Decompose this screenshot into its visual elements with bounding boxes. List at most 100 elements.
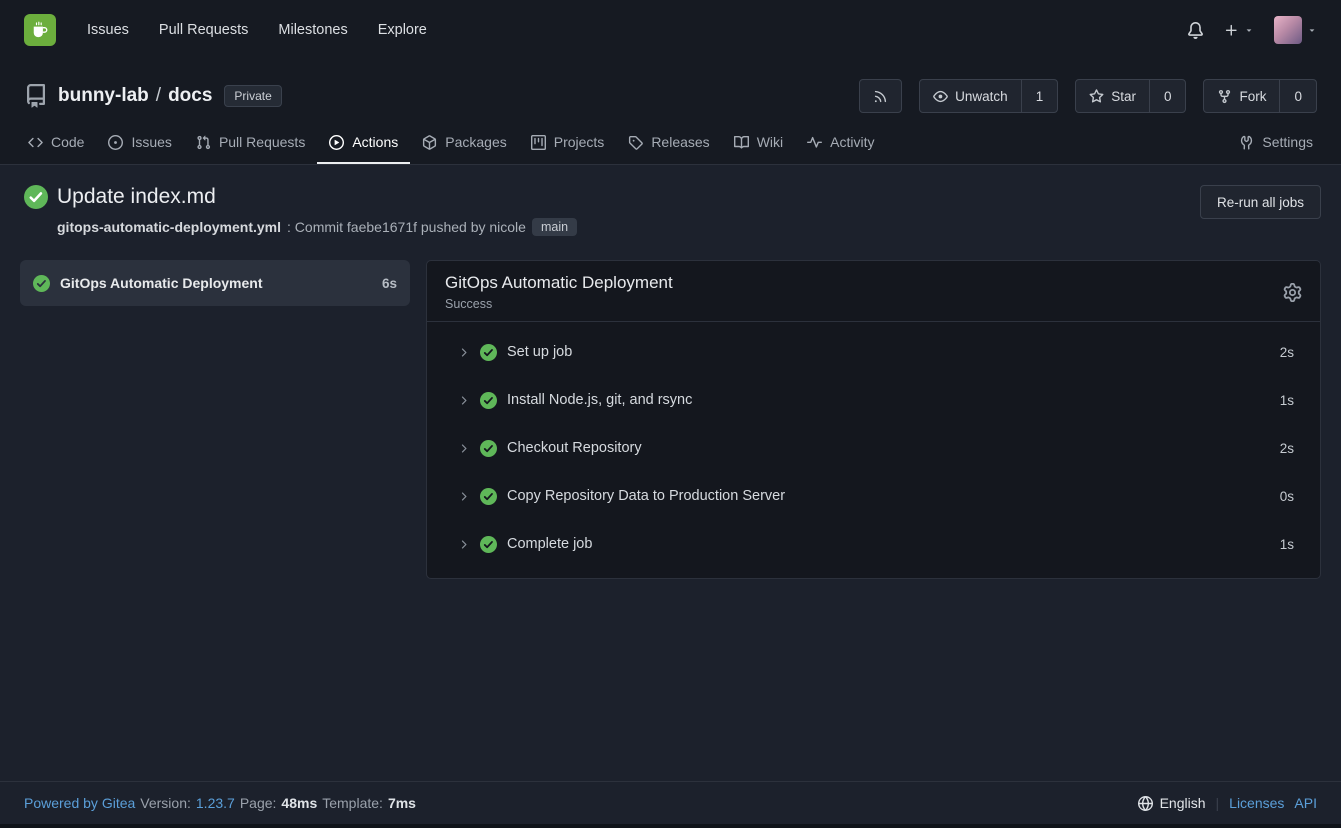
project-board-icon (531, 135, 546, 150)
gear-icon[interactable] (1283, 283, 1302, 302)
tab-issues-label: Issues (131, 134, 171, 150)
stars-count[interactable]: 0 (1149, 80, 1186, 112)
rss-icon (860, 80, 901, 112)
chevron-right-icon (457, 346, 470, 359)
repo-header: bunny-lab / docs Private Unwatch (0, 60, 1341, 165)
tab-issues[interactable]: Issues (96, 122, 183, 164)
code-icon (28, 135, 43, 150)
step-name: Checkout Repository (507, 440, 642, 456)
tab-packages[interactable]: Packages (410, 122, 518, 164)
step-duration: 0s (1280, 489, 1294, 504)
step-row-install[interactable]: Install Node.js, git, and rsync 1s (427, 376, 1320, 424)
licenses-link[interactable]: Licenses (1229, 795, 1284, 811)
chevron-down-icon (1307, 25, 1317, 35)
tab-activity-label: Activity (830, 134, 874, 150)
powered-by-gitea-link[interactable]: Powered by Gitea (24, 795, 135, 811)
bottom-strip (0, 824, 1341, 828)
page-footer: Powered by Gitea Version: 1.23.7 Page: 4… (0, 781, 1341, 824)
step-row-copy[interactable]: Copy Repository Data to Production Serve… (427, 472, 1320, 520)
create-new-button[interactable] (1224, 23, 1254, 38)
private-badge: Private (224, 85, 281, 107)
tab-actions[interactable]: Actions (317, 122, 410, 164)
job-duration: 6s (382, 276, 397, 291)
success-check-icon (480, 344, 497, 361)
nav-item-milestones[interactable]: Milestones (263, 12, 362, 48)
repo-title-row: bunny-lab / docs Private Unwatch (0, 74, 1341, 118)
job-list: GitOps Automatic Deployment 6s (20, 260, 410, 306)
chevron-down-icon (1244, 25, 1254, 35)
step-row-complete[interactable]: Complete job 1s (427, 520, 1320, 568)
tab-settings-label: Settings (1262, 134, 1313, 150)
nav-item-issues[interactable]: Issues (72, 12, 144, 48)
repo-breadcrumb: bunny-lab / docs (58, 85, 212, 107)
repo-owner-link[interactable]: bunny-lab (58, 85, 149, 107)
job-name: GitOps Automatic Deployment (60, 275, 263, 291)
tab-packages-label: Packages (445, 134, 506, 150)
tab-code-label: Code (51, 134, 84, 150)
notifications-button[interactable] (1187, 22, 1204, 39)
unwatch-button[interactable]: Unwatch (920, 80, 1021, 112)
step-row-checkout[interactable]: Checkout Repository 2s (427, 424, 1320, 472)
success-check-icon (24, 185, 48, 209)
chevron-right-icon (457, 538, 470, 551)
tab-settings[interactable]: Settings (1227, 122, 1325, 164)
branch-badge[interactable]: main (532, 218, 577, 236)
tab-code[interactable]: Code (16, 122, 96, 164)
eye-icon (933, 89, 948, 104)
main-content: Update index.md gitops-automatic-deploym… (0, 165, 1341, 781)
step-duration: 2s (1280, 441, 1294, 456)
rerun-all-jobs-button[interactable]: Re-run all jobs (1200, 185, 1321, 219)
play-circle-icon (329, 135, 344, 150)
star-button[interactable]: Star (1076, 80, 1149, 112)
tab-projects[interactable]: Projects (519, 122, 617, 164)
step-duration: 2s (1280, 345, 1294, 360)
tab-projects-label: Projects (554, 134, 605, 150)
breadcrumb-separator: / (156, 85, 161, 107)
job-list-item[interactable]: GitOps Automatic Deployment 6s (20, 260, 410, 306)
watchers-count[interactable]: 1 (1021, 80, 1058, 112)
nav-item-explore[interactable]: Explore (363, 12, 442, 48)
run-title: Update index.md (57, 185, 216, 209)
language-selector[interactable]: English (1138, 795, 1206, 811)
forks-count[interactable]: 0 (1279, 80, 1316, 112)
fork-icon (1217, 89, 1232, 104)
run-header: Update index.md gitops-automatic-deploym… (20, 185, 1321, 236)
version-label: Version: (140, 795, 191, 811)
step-row-setup[interactable]: Set up job 2s (427, 328, 1320, 376)
tab-pull-requests[interactable]: Pull Requests (184, 122, 317, 164)
tab-wiki[interactable]: Wiki (722, 122, 795, 164)
nav-item-pull-requests[interactable]: Pull Requests (144, 12, 263, 48)
job-detail-panel: GitOps Automatic Deployment Success (426, 260, 1321, 579)
api-link[interactable]: API (1294, 795, 1317, 811)
star-icon (1089, 89, 1104, 104)
star-label: Star (1111, 89, 1136, 104)
success-check-icon (480, 488, 497, 505)
pull-request-icon (196, 135, 211, 150)
success-check-icon (33, 275, 50, 292)
repo-action-buttons: Unwatch 1 Star 0 (859, 79, 1317, 113)
success-check-icon (480, 392, 497, 409)
run-body: GitOps Automatic Deployment 6s GitOps Au… (20, 260, 1321, 579)
repo-name-link[interactable]: docs (168, 85, 212, 107)
version-link[interactable]: 1.23.7 (196, 795, 235, 811)
tab-pull-requests-label: Pull Requests (219, 134, 305, 150)
footer-divider: | (1216, 795, 1220, 811)
page-time-value: 48ms (281, 795, 317, 811)
step-list: Set up job 2s Install Node.js, git, and … (427, 322, 1320, 578)
fork-button[interactable]: Fork (1204, 80, 1279, 112)
chevron-right-icon (457, 490, 470, 503)
tab-activity[interactable]: Activity (795, 122, 886, 164)
step-name: Copy Repository Data to Production Serve… (507, 488, 785, 504)
step-name: Install Node.js, git, and rsync (507, 392, 692, 408)
chevron-right-icon (457, 442, 470, 455)
star-button-group: Star 0 (1075, 79, 1186, 113)
gitea-logo[interactable] (24, 14, 56, 46)
page-time-label: Page: (240, 795, 277, 811)
fork-button-group: Fork 0 (1203, 79, 1317, 113)
user-menu-button[interactable] (1274, 16, 1317, 44)
success-check-icon (480, 440, 497, 457)
rss-button[interactable] (859, 79, 902, 113)
tab-releases[interactable]: Releases (616, 122, 721, 164)
issue-circle-icon (108, 135, 123, 150)
job-status-text: Success (445, 297, 673, 311)
